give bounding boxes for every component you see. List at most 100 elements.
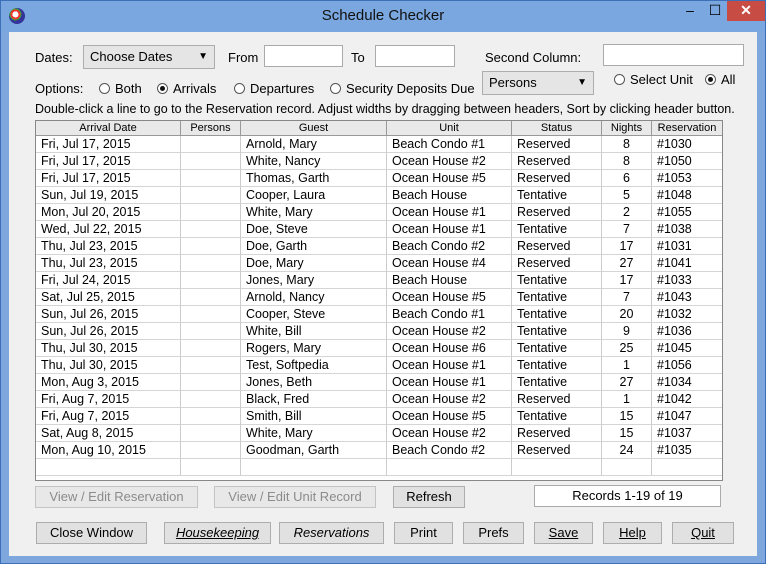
from-date-input[interactable] (264, 45, 343, 67)
cell-guest: Arnold, Nancy (241, 289, 387, 306)
cell-unit: Beach House (387, 272, 512, 289)
housekeeping-label: Housekeeping (175, 525, 260, 540)
table-row[interactable]: Fri, Jul 17, 2015 White, Nancy Ocean House… (36, 153, 722, 170)
header-reservation[interactable]: Reservation (652, 121, 722, 136)
cell-reservation: #1055 (652, 204, 722, 221)
table-row[interactable]: Fri, Jul 17, 2015 Thomas, Garth Ocean Hous… (36, 170, 722, 187)
cell-arrival-date: Fri, Aug 7, 2015 (36, 408, 181, 425)
cell-arrival-date: Fri, Jul 24, 2015 (36, 272, 181, 289)
radio-arrivals[interactable]: Arrivals (157, 81, 216, 96)
table-row[interactable]: Sun, Jul 19, 2015 Cooper, Laura Beach Hous… (36, 187, 722, 204)
print-button[interactable]: Print (394, 522, 453, 544)
cell-guest: Goodman, Garth (241, 442, 387, 459)
second-column-select[interactable]: Persons ▼ (482, 71, 594, 95)
cell-arrival-date: Sun, Jul 26, 2015 (36, 323, 181, 340)
radio-security-deposits[interactable]: Security Deposits Due (330, 81, 475, 96)
save-button[interactable]: Save (534, 522, 593, 544)
table-row[interactable]: Fri, Jul 24, 2015 Jones, Mary Beach House T… (36, 272, 722, 289)
prefs-label: Prefs (478, 525, 509, 540)
cell-status: Tentative (512, 221, 602, 238)
radio-security-deposits-label: Security Deposits Due (346, 81, 475, 96)
cell-reservation: #1056 (652, 357, 722, 374)
cell-persons (181, 459, 241, 476)
radio-indicator (99, 83, 110, 94)
cell-guest: Doe, Mary (241, 255, 387, 272)
cell-nights: 15 (602, 425, 652, 442)
radio-both[interactable]: Both (99, 81, 142, 96)
radio-select-unit[interactable]: Select Unit (614, 72, 693, 87)
table-row[interactable]: Thu, Jul 23, 2015 Doe, Mary Ocean House #4… (36, 255, 722, 272)
cell-reservation: #1032 (652, 306, 722, 323)
header-guest[interactable]: Guest (241, 121, 387, 136)
table-row[interactable]: Thu, Jul 23, 2015 Doe, Garth Beach Condo #… (36, 238, 722, 255)
table-row[interactable]: Fri, Jul 17, 2015 Arnold, Mary Beach Condo… (36, 136, 722, 153)
table-row[interactable]: Fri, Aug 7, 2015 Black, Fred Ocean House #… (36, 391, 722, 408)
view-edit-unit-button[interactable]: View / Edit Unit Record (214, 486, 376, 508)
cell-guest: White, Nancy (241, 153, 387, 170)
cell-guest: Jones, Beth (241, 374, 387, 391)
table-row[interactable] (36, 459, 722, 476)
minimize-button[interactable]: – (677, 1, 703, 21)
cell-reservation: #1053 (652, 170, 722, 187)
table-row[interactable]: Mon, Aug 10, 2015 Goodman, Garth Beach Con… (36, 442, 722, 459)
refresh-button[interactable]: Refresh (393, 486, 465, 508)
cell-persons (181, 391, 241, 408)
header-arrival-date[interactable]: Arrival Date (36, 121, 181, 136)
cell-nights (602, 459, 652, 476)
cell-status: Tentative (512, 357, 602, 374)
cell-persons (181, 153, 241, 170)
table-row[interactable]: Thu, Jul 30, 2015 Rogers, Mary Ocean House… (36, 340, 722, 357)
header-nights[interactable]: Nights (602, 121, 652, 136)
to-label: To (351, 50, 365, 65)
table-row[interactable]: Mon, Jul 20, 2015 White, Mary Ocean House … (36, 204, 722, 221)
cell-arrival-date: Wed, Jul 22, 2015 (36, 221, 181, 238)
header-persons[interactable]: Persons (181, 121, 241, 136)
second-column-input[interactable] (603, 44, 744, 66)
table-row[interactable]: Sat, Aug 8, 2015 White, Mary Ocean House #… (36, 425, 722, 442)
quit-button[interactable]: Quit (672, 522, 734, 544)
cell-guest: White, Mary (241, 425, 387, 442)
cell-unit: Ocean House #1 (387, 374, 512, 391)
close-window-button[interactable]: Close Window (36, 522, 147, 544)
dates-label: Dates: (35, 50, 73, 65)
cell-nights: 24 (602, 442, 652, 459)
cell-persons (181, 442, 241, 459)
radio-departures-label: Departures (250, 81, 315, 96)
to-date-input[interactable] (375, 45, 455, 67)
cell-nights: 27 (602, 255, 652, 272)
cell-unit: Beach Condo #2 (387, 442, 512, 459)
maximize-button[interactable]: ☐ (703, 1, 727, 21)
table-row[interactable]: Fri, Aug 7, 2015 Smith, Bill Ocean House #… (36, 408, 722, 425)
cell-reservation: #1035 (652, 442, 722, 459)
table-row[interactable]: Mon, Aug 3, 2015 Jones, Beth Ocean House #… (36, 374, 722, 391)
radio-all-units[interactable]: All (705, 72, 735, 87)
housekeeping-button[interactable]: Housekeeping (164, 522, 271, 544)
quit-label: Quit (691, 525, 715, 540)
dates-select[interactable]: Choose Dates ▼ (83, 45, 215, 69)
cell-guest: Doe, Garth (241, 238, 387, 255)
cell-persons (181, 357, 241, 374)
table-row[interactable]: Sun, Jul 26, 2015 Cooper, Steve Beach Cond… (36, 306, 722, 323)
cell-nights: 5 (602, 187, 652, 204)
prefs-button[interactable]: Prefs (463, 522, 524, 544)
table-row[interactable]: Sun, Jul 26, 2015 White, Bill Ocean House … (36, 323, 722, 340)
close-button[interactable]: ✕ (727, 1, 765, 21)
view-edit-reservation-button[interactable]: View / Edit Reservation (35, 486, 198, 508)
cell-unit: Beach Condo #1 (387, 136, 512, 153)
cell-reservation: #1031 (652, 238, 722, 255)
header-unit[interactable]: Unit (387, 121, 512, 136)
cell-nights: 1 (602, 357, 652, 374)
cell-arrival-date: Thu, Jul 23, 2015 (36, 255, 181, 272)
cell-guest: Arnold, Mary (241, 136, 387, 153)
client-area: Dates: Choose Dates ▼ From To Second Col… (9, 32, 757, 556)
reservations-button[interactable]: Reservations (279, 522, 384, 544)
title-bar[interactable]: Schedule Checker – ☐ ✕ (1, 1, 765, 31)
table-row[interactable]: Thu, Jul 30, 2015 Test, Softpedia Ocean Ho… (36, 357, 722, 374)
cell-guest: White, Bill (241, 323, 387, 340)
table-row[interactable]: Sat, Jul 25, 2015 Arnold, Nancy Ocean Hous… (36, 289, 722, 306)
help-button[interactable]: Help (603, 522, 662, 544)
radio-departures[interactable]: Departures (234, 81, 314, 96)
table-row[interactable]: Wed, Jul 22, 2015 Doe, Steve Ocean House #… (36, 221, 722, 238)
header-status[interactable]: Status (512, 121, 602, 136)
reservations-table[interactable]: Arrival Date Persons Guest Unit Status N… (35, 120, 723, 481)
